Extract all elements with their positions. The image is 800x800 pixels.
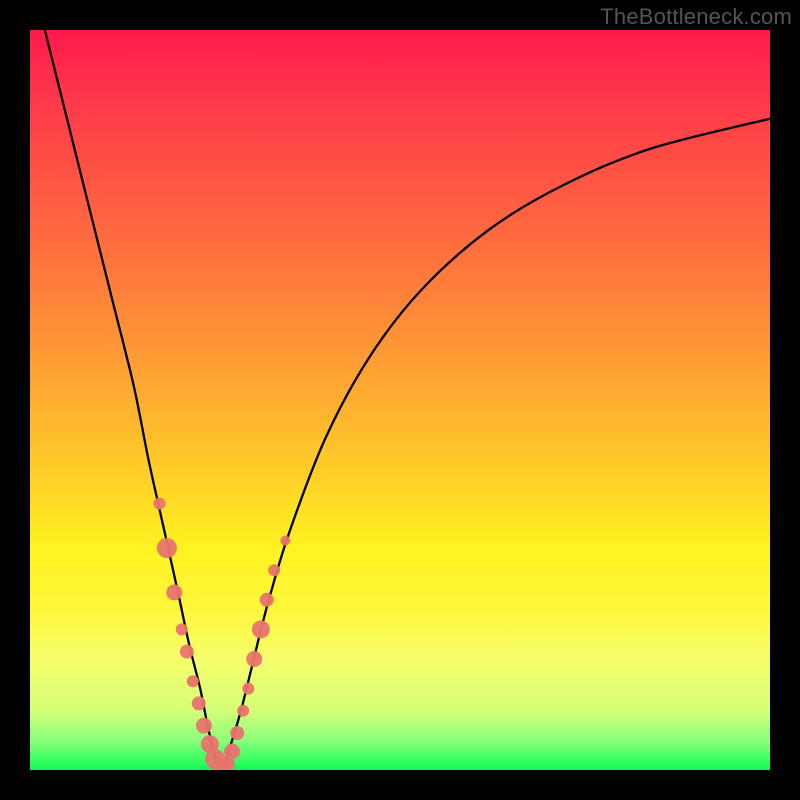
scatter-point [268,564,280,576]
scatter-point [246,651,262,667]
scatter-point [224,744,240,760]
chart-series-layer [45,30,770,770]
series-right-branch [222,119,770,770]
scatter-point [260,593,274,607]
scatter-point [196,718,212,734]
scatter-point [154,498,166,510]
scatter-point [166,584,182,600]
scatter-point [187,675,199,687]
scatter-point [242,683,254,695]
scatter-point [280,536,290,546]
chart-frame [30,30,770,770]
scatter-point [237,705,249,717]
series-left-branch [45,30,223,770]
scatter-point [176,623,188,635]
scatter-point [180,645,194,659]
chart-svg [30,30,770,770]
chart-scatter-layer [154,498,291,770]
scatter-point [230,726,244,740]
scatter-point [157,538,177,558]
scatter-point [192,696,206,710]
watermark-text: TheBottleneck.com [600,4,792,30]
scatter-point [252,620,270,638]
